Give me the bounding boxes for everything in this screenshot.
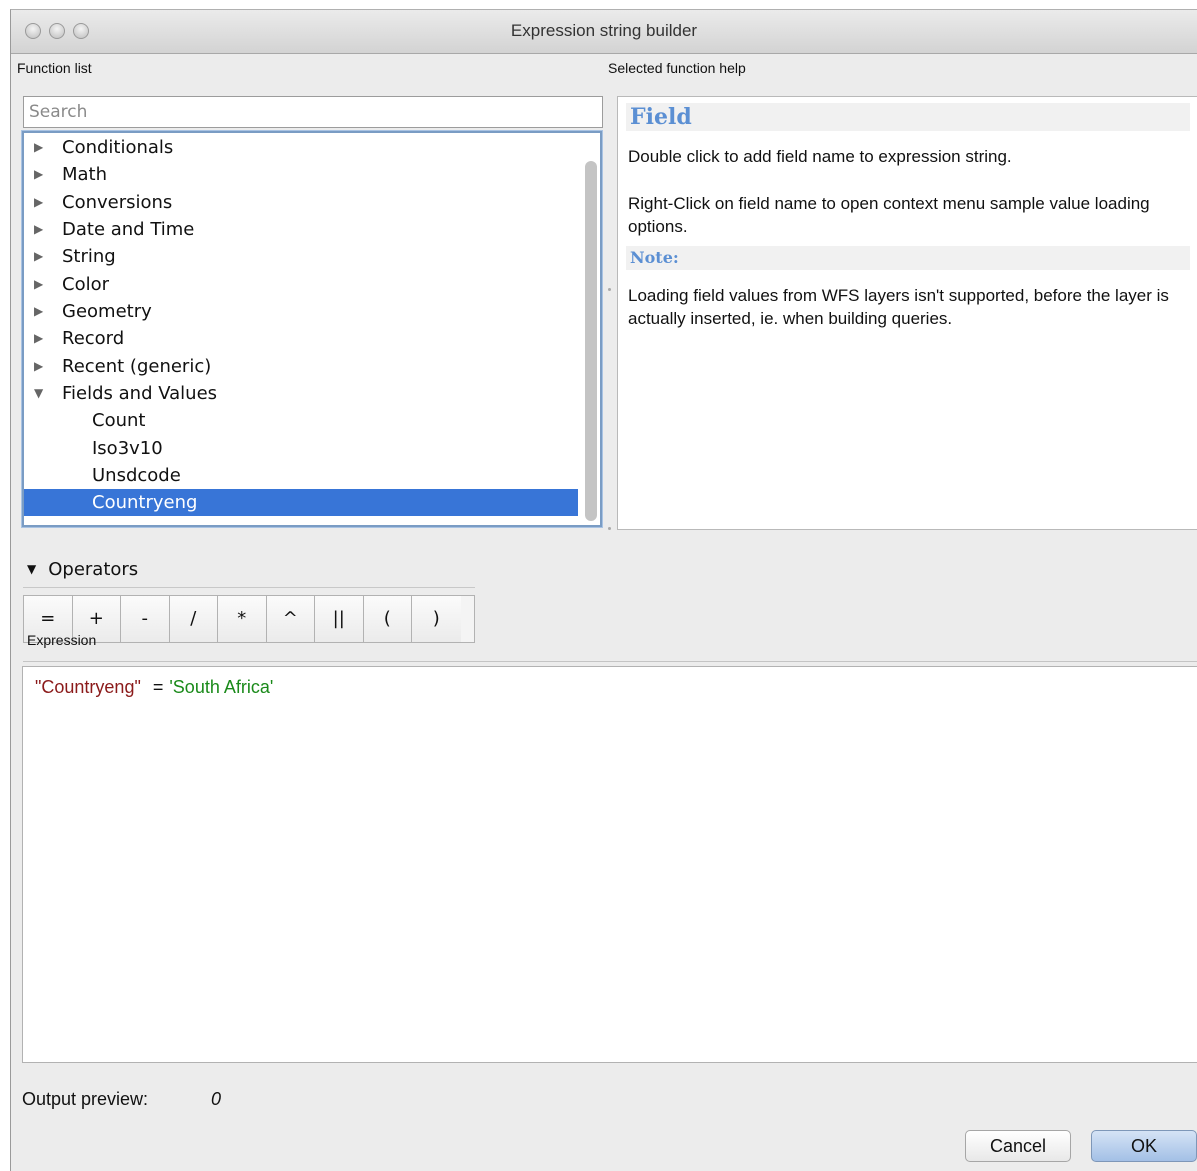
tree-group-string[interactable]: ▶ String	[24, 243, 578, 270]
tree-group-geometry[interactable]: ▶ Geometry	[24, 298, 578, 325]
tree-group-conditionals[interactable]: ▶ Conditionals	[24, 134, 578, 161]
expand-arrow-icon[interactable]: ▶	[34, 271, 43, 298]
tree-group-math[interactable]: ▶ Math	[24, 161, 578, 188]
tree-item-field-selected[interactable]: Countryeng	[24, 489, 578, 516]
splitter-handle[interactable]	[608, 288, 611, 291]
expression-builder-window: Expression string builder Function list …	[10, 9, 1197, 1171]
tree-group-date-and-time[interactable]: ▶ Date and Time	[24, 216, 578, 243]
collapse-arrow-icon[interactable]: ▼	[27, 562, 36, 576]
cancel-button[interactable]: Cancel	[965, 1130, 1071, 1162]
expand-arrow-icon[interactable]: ▶	[34, 325, 43, 352]
help-paragraph: Right-Click on field name to open contex…	[628, 194, 1150, 236]
expand-arrow-icon[interactable]: ▶	[34, 353, 43, 380]
tree-group-record[interactable]: ▶ Record	[24, 325, 578, 352]
operator-open-paren-button[interactable]: (	[363, 596, 412, 642]
tree-group-recent[interactable]: ▶ Recent (generic)	[24, 353, 578, 380]
tree-item-field[interactable]: Iso3v10	[24, 435, 578, 462]
expression-editor[interactable]: "Countryeng" = 'South Africa'	[22, 666, 1197, 1063]
operator-minus-button[interactable]: -	[121, 596, 170, 642]
expand-arrow-icon[interactable]: ▶	[34, 298, 43, 325]
tree-group-fields-and-values[interactable]: ▼ Fields and Values	[24, 380, 578, 407]
expand-arrow-icon[interactable]: ▶	[34, 243, 43, 270]
operators-toggle[interactable]: ▼ Operators	[27, 559, 138, 580]
function-list-label: Function list	[17, 60, 92, 76]
ok-button[interactable]: OK	[1091, 1130, 1197, 1162]
expand-arrow-icon[interactable]: ▶	[34, 134, 43, 161]
help-note-heading: Note:	[626, 246, 1190, 270]
output-preview-value: 0	[211, 1089, 222, 1109]
operator-divide-button[interactable]: /	[169, 596, 218, 642]
window-title: Expression string builder	[510, 21, 698, 40]
help-paragraph: Double click to add field name to expres…	[628, 147, 1012, 166]
search-input[interactable]	[23, 96, 603, 128]
expand-arrow-icon[interactable]: ▶	[34, 189, 43, 216]
help-heading: Field	[626, 103, 1190, 131]
expression-string-token: 'South Africa'	[169, 677, 274, 697]
vertical-scrollbar[interactable]	[585, 161, 597, 521]
operator-power-button[interactable]: ^	[266, 596, 315, 642]
title-bar: Expression string builder	[11, 10, 1197, 54]
divider	[23, 661, 1197, 662]
operator-multiply-button[interactable]: *	[218, 596, 267, 642]
function-help-label: Selected function help	[608, 60, 746, 76]
divider	[23, 587, 475, 588]
function-help-pane: Field Double click to add field name to …	[617, 96, 1197, 530]
splitter-handle[interactable]	[608, 527, 611, 530]
operator-close-paren-button[interactable]: )	[412, 596, 461, 642]
expand-arrow-icon[interactable]: ▶	[34, 216, 43, 243]
tree-group-color[interactable]: ▶ Color	[24, 271, 578, 298]
expression-field-token: "Countryeng"	[35, 677, 141, 697]
expand-arrow-icon[interactable]: ▶	[34, 161, 43, 188]
operator-concat-button[interactable]: ||	[315, 596, 364, 642]
tree-item-field[interactable]: Count	[24, 407, 578, 434]
help-note-text: Loading field values from WFS layers isn…	[628, 286, 1169, 328]
tree-item-field[interactable]: Unsdcode	[24, 462, 578, 489]
expression-label: Expression	[27, 632, 97, 648]
output-preview-label: Output preview:	[22, 1089, 149, 1109]
collapse-arrow-icon[interactable]: ▼	[34, 380, 43, 407]
tree-group-conversions[interactable]: ▶ Conversions	[24, 189, 578, 216]
function-tree[interactable]: ▶ Conditionals ▶ Math ▶ Conversions ▶ Da…	[22, 131, 602, 527]
expression-operator-token: =	[152, 677, 164, 697]
